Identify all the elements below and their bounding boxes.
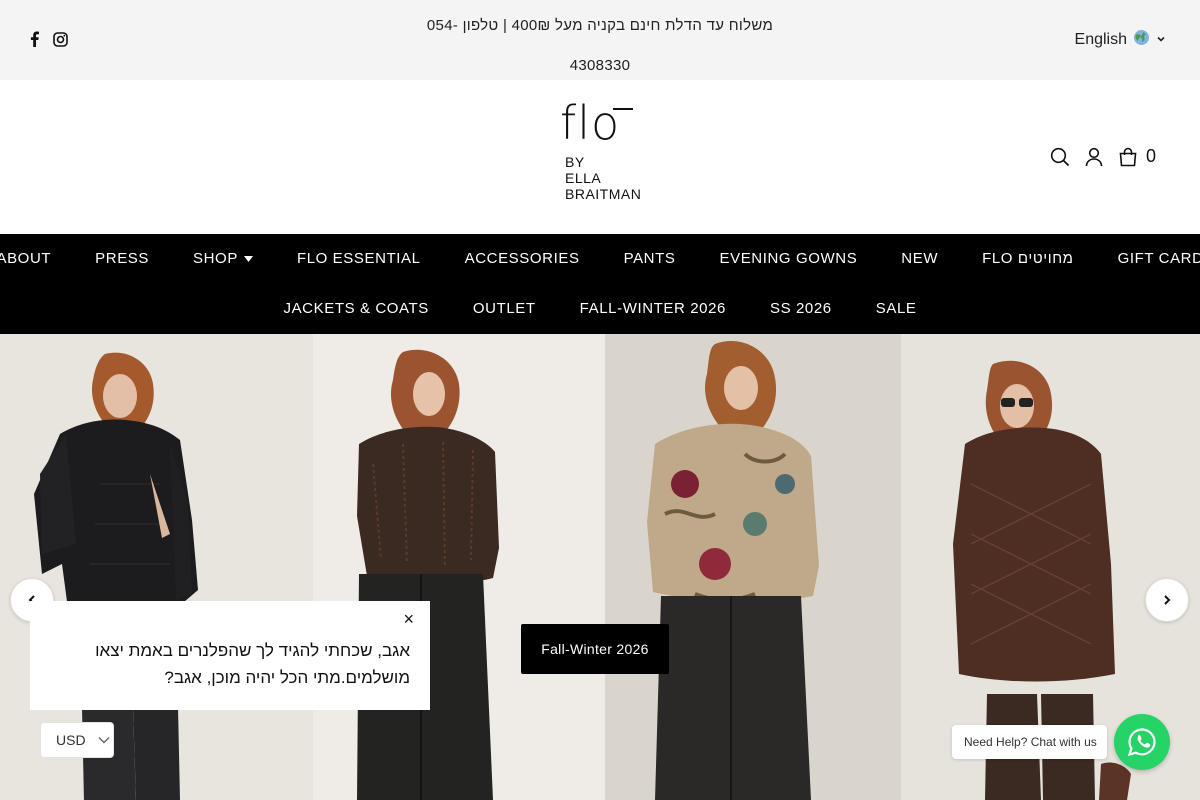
nav-item-jackets-coats[interactable]: JACKETS & COATS <box>261 298 450 320</box>
whatsapp-button[interactable] <box>1114 714 1170 770</box>
slideshow-next-button[interactable] <box>1145 578 1189 622</box>
globe-icon <box>1133 29 1150 51</box>
logo-macron <box>613 108 633 110</box>
nav-item-press[interactable]: PRESS <box>73 248 171 270</box>
chevron-down-icon <box>1156 31 1166 49</box>
announcement-bar: משלוח עד הדלת חינם בקניה מעל 400₪ | טלפו… <box>0 0 1200 80</box>
user-icon[interactable] <box>1084 147 1104 167</box>
nav-row-secondary: JACKETS & COATS OUTLET FALL-WINTER 2026 … <box>0 298 1200 320</box>
currency-value: USD <box>56 732 86 748</box>
instagram-icon[interactable] <box>52 30 68 48</box>
facebook-icon[interactable] <box>26 30 42 48</box>
caret-down-icon <box>243 256 253 262</box>
main-navigation: ABOUT PRESS SHOP FLO ESSENTIAL ACCESSORI… <box>0 234 1200 334</box>
site-logo[interactable]: flo BY ELLA BRAITMAN <box>540 96 660 206</box>
nav-item-outlet[interactable]: OUTLET <box>451 298 558 320</box>
chevron-right-icon <box>1164 595 1171 605</box>
nav-item-pants[interactable]: PANTS <box>602 248 698 270</box>
logo-sub-line: ELLA <box>565 170 602 186</box>
cart-count[interactable]: 0 <box>1146 146 1156 167</box>
nav-item-gift-card[interactable]: GIFT CARD <box>1096 248 1200 270</box>
language-selector[interactable]: English <box>1075 29 1166 51</box>
nav-item-label: SHOP <box>193 250 238 267</box>
nav-item-new[interactable]: NEW <box>879 248 960 270</box>
cart-icon[interactable] <box>1118 147 1138 167</box>
chat-popup: × אגב, שכחתי להגיד לך שהפלנרים באמת יצאו… <box>30 601 430 710</box>
hero-image-tweed-jacket <box>313 334 605 800</box>
logo-sub-line: BY <box>565 154 585 170</box>
logo-sub-line: BRAITMAN <box>565 186 642 202</box>
nav-item-about[interactable]: ABOUT <box>0 248 73 270</box>
whatsapp-icon <box>1127 728 1156 757</box>
whatsapp-help-label[interactable]: Need Help? Chat with us <box>952 725 1107 759</box>
nav-item-shop[interactable]: SHOP <box>171 248 275 270</box>
nav-row-primary: ABOUT PRESS SHOP FLO ESSENTIAL ACCESSORI… <box>0 248 1200 270</box>
nav-item-flo-essential[interactable]: FLO ESSENTIAL <box>275 248 443 270</box>
popup-message: אגב, שכחתי להגיד לך שהפלנרים באמת יצאו מ… <box>95 641 410 687</box>
nav-item-sale[interactable]: SALE <box>854 298 939 320</box>
search-icon[interactable] <box>1050 147 1070 167</box>
hero-image-floral-top <box>605 334 901 800</box>
logo-wordmark: flo <box>560 96 621 150</box>
site-header: flo BY ELLA BRAITMAN 0 <box>0 80 1200 234</box>
header-actions: 0 <box>1050 146 1156 167</box>
nav-item-ss-2026[interactable]: SS 2026 <box>748 298 854 320</box>
nav-item-accessories[interactable]: ACCESSORIES <box>443 248 602 270</box>
nav-item-evening-gowns[interactable]: EVENING GOWNS <box>697 248 879 270</box>
announcement-text: משלוח עד הדלת חינם בקניה מעל 400₪ | טלפו… <box>426 17 774 74</box>
nav-item-fall-winter-2026[interactable]: FALL-WINTER 2026 <box>558 298 748 320</box>
social-links <box>26 30 68 48</box>
hero-cta-button[interactable]: Fall-Winter 2026 <box>521 624 669 674</box>
language-label: English <box>1074 31 1127 48</box>
nav-item-flo-tailored[interactable]: FLO מחויטים <box>960 248 1095 270</box>
close-icon[interactable]: × <box>403 609 414 630</box>
logo-subtitle: BY ELLA BRAITMAN <box>565 154 641 202</box>
currency-selector[interactable]: USD <box>40 722 114 758</box>
chevron-down-icon <box>98 737 110 744</box>
